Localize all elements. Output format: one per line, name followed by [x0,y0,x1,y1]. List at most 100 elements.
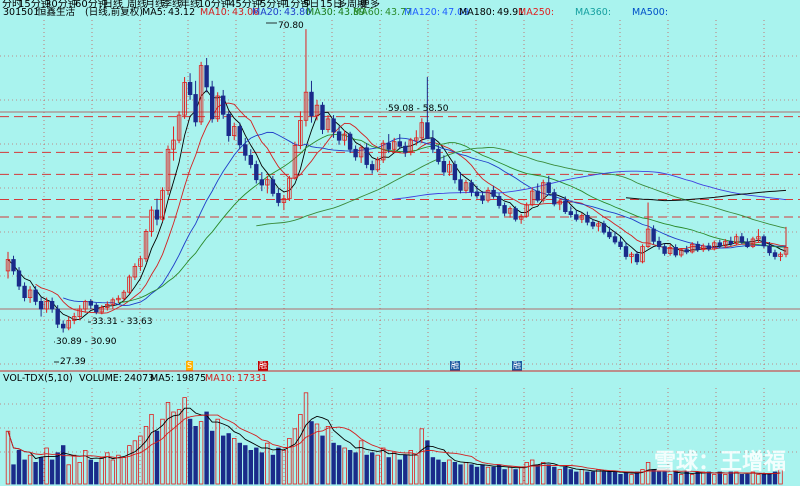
volume-bar [198,421,204,485]
candle-body [513,208,518,220]
volume-bar [375,454,380,485]
price-annotation: 59.08 - 58.50 [388,104,449,114]
candle-body [662,246,667,254]
volume-bar [209,430,215,485]
volume-bar [403,454,408,485]
volume-bar [298,413,303,485]
candle-body [436,148,441,162]
volume-bar [55,452,60,485]
volume-bar [231,437,237,485]
candle-body [220,95,226,115]
volume-bar [83,449,88,485]
volume-bar [44,447,49,485]
candle-body [706,245,711,250]
volume-bar [353,452,358,485]
candle-body [209,86,215,120]
volume-bar [541,461,546,485]
volume-bar [629,473,634,485]
volume-bar [237,442,242,485]
candle-body [601,223,607,233]
volume-bar [391,452,397,485]
candle-body [563,200,568,213]
volume-bar [171,411,176,485]
candle-body [259,179,264,186]
volume-legend-item: VOLUME: 24073 [79,372,154,386]
candle-body [612,236,618,243]
volume-bar [380,447,386,485]
candle-body [204,65,209,88]
volume-bar [491,466,496,485]
volume-bar [358,440,364,485]
volume-bar [623,471,629,485]
price-annotation: 70.80 [278,21,304,31]
candle-body [331,118,336,133]
ma10-line [35,102,787,314]
candle-body [425,122,430,140]
volume-bar [645,461,651,485]
candle-body [187,82,193,96]
volume-bar [640,469,645,485]
volume-info-bar: VOL-TDX(5,10) VOLUME: 24073 MA5: 19875 MA10:… [0,372,800,386]
volume-bar [16,449,22,485]
volume-bar [519,466,524,485]
volume-bar [154,430,160,485]
volume-bar [452,461,458,485]
event-marker[interactable]: 融 [450,361,460,371]
volume-bar [259,452,264,485]
volume-bar [270,454,276,485]
volume-label: MA5: [150,373,174,384]
event-marker[interactable]: 融 [258,361,268,371]
candle-body [38,300,44,310]
volume-bar [11,464,16,485]
candle-body [684,249,689,253]
volume-bar [143,425,149,485]
candle-body [767,245,772,254]
volume-bar [596,469,601,485]
volume-bar [105,452,110,485]
volume-bar [436,459,441,485]
price-annotation: 33.31 - 33.63 [92,317,153,327]
volume-bar [287,437,292,485]
volume-bar [314,423,320,485]
volume-bar [88,459,93,485]
volume-bar [386,457,391,485]
event-marker[interactable]: S [186,361,194,371]
candle-body [430,138,436,150]
candle-body [452,164,458,181]
volume-bar [292,428,298,485]
volume-bar [72,454,77,485]
candle-body [397,141,402,147]
volume-bar [496,464,502,485]
volume-value: 19875 [175,373,207,384]
volume-bar [530,459,535,485]
volume-bar [607,471,612,485]
volume-bar [226,433,231,485]
candle-body [552,192,557,205]
volume-bar [121,457,127,485]
volume-bar [116,454,121,485]
volume-bar [77,461,82,485]
volume-bar [568,469,573,485]
candle-body [11,259,16,272]
event-marker[interactable]: 融 [512,361,522,371]
candle-body [502,205,507,214]
candle-body [717,242,722,247]
candle-body [458,179,463,191]
chart-window: 分时 15分钟 30分钟 60分钟 日线 周线 月线 季线 年线 10分钟 45分钟 5分钟 1分钟 5日… [0,0,800,486]
candle-body [585,214,590,223]
candle-body [651,228,656,242]
candle-body [745,241,750,247]
price-annotation: 30.89 - 30.90 [56,337,117,347]
candle-body [441,160,447,173]
volume-bar [463,461,469,485]
volume-value: 17331 [236,373,268,384]
volume-bar [579,469,585,485]
candle-body [739,236,745,243]
volume-bar [27,454,33,485]
candle-body [320,104,325,130]
volume-bar [127,445,132,485]
candle-body [590,221,596,227]
ma30-line [118,134,786,303]
volume-bar [408,449,413,485]
candle-body [353,148,358,158]
